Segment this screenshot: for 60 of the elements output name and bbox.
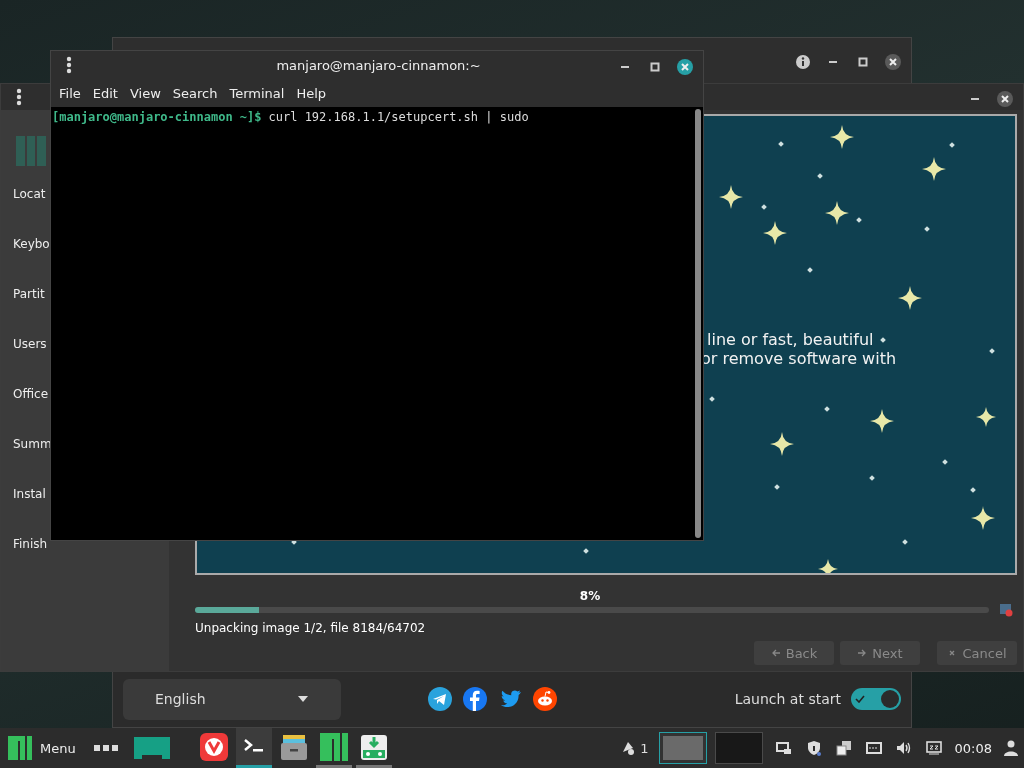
check-icon [855,695,865,703]
menu-item[interactable]: Search [166,85,224,101]
menu-item[interactable]: Help [290,85,333,101]
progress-percent: 8% [578,589,602,603]
menu-item[interactable]: File [53,85,87,101]
command-text: curl 192.168.1.1/setupcert.sh | sudo [268,110,529,124]
progress-status: Unpacking image 1/2, file 8184/64702 [195,621,427,635]
close-icon [677,59,693,75]
sidebar-item: Locat [13,186,47,203]
stack-icon [835,740,852,756]
menu-icon[interactable] [66,56,72,74]
shield-icon [805,740,822,756]
status-icon [999,603,1013,617]
windows-icon [775,740,792,756]
cabinet-icon [279,732,308,761]
logo-icon [16,136,46,166]
network-icon [865,740,882,756]
menu-item[interactable]: View [123,85,167,101]
language-dropdown[interactable]: English [123,678,341,720]
user-icon[interactable] [1004,740,1018,756]
menu-item[interactable]: Terminal [223,85,291,101]
download-icon [359,732,388,761]
close-icon [885,54,901,70]
minimize-icon [621,66,629,68]
menu-item[interactable]: Edit [86,85,124,101]
arrow-icon [770,648,781,658]
minimize-icon [971,98,979,100]
logo-icon [319,732,348,761]
shell-prompt: [manjaro@manjaro-cinnamon ~]$ [52,110,262,124]
sidebar-item: Keybo [13,236,51,253]
desktop-icon [133,737,170,759]
close-icon [997,91,1013,107]
logo-icon [8,736,32,760]
clock: 00:08 [954,740,992,756]
sidebar-item: Partit [13,286,46,303]
arrow-icon [857,648,868,658]
sidebar-item: Office [13,386,50,403]
sidebar-item: Instal [13,486,47,503]
toggle-switch[interactable] [851,688,901,710]
keyboard-icon [925,740,942,756]
window-title: manjaro@manjaro-cinnamon:~ [275,57,482,73]
caret-icon [297,695,309,703]
menu-icon[interactable] [16,88,22,106]
reddit-icon[interactable] [533,687,558,711]
notifications-button[interactable]: 1 [620,740,649,756]
volume-icon [895,740,912,756]
minimize-icon [829,61,837,63]
facebook-icon[interactable] [463,687,488,711]
scrollbar[interactable] [695,109,701,538]
launch-at-start-label: Launch at start [734,691,841,707]
telegram-icon[interactable] [428,687,453,711]
browser-icon [199,732,228,761]
info-icon [795,54,811,70]
menu-button[interactable]: Menu [6,736,84,760]
workspace-thumbnail[interactable] [714,732,763,764]
sidebar-item: Users [13,336,48,353]
sidebar-item: Finish [13,536,49,553]
taskbar-app[interactable] [235,728,272,768]
slide-text-line: line or fast, beautiful [706,330,875,349]
workspace-thumbnail[interactable] [658,732,707,764]
